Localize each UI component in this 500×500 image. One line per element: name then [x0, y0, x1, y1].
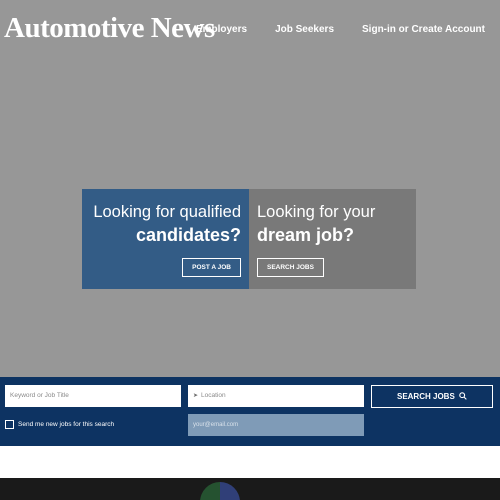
email-placeholder: your@email.com — [193, 422, 239, 428]
dimmed-chart-graphic — [200, 482, 240, 500]
employer-panel: Looking for qualified candidates? POST A… — [82, 189, 249, 289]
job-alert-label[interactable]: Send me new jobs for this search — [18, 421, 114, 428]
seeker-heading-line1: Looking for your — [257, 203, 376, 221]
search-jobs-button[interactable]: SEARCH JOBS — [371, 385, 493, 408]
content-area — [0, 446, 500, 478]
job-search-bar: Keyword or Job Title ➤ Location SEARCH JO… — [0, 377, 500, 446]
keyword-placeholder: Keyword or Job Title — [10, 392, 69, 399]
site-logo[interactable]: Automotive News — [4, 12, 215, 45]
nav-job-seekers[interactable]: Job Seekers — [275, 24, 334, 35]
nav-employers[interactable]: Employers — [196, 24, 247, 35]
hero-search-jobs-button[interactable]: SEARCH JOBS — [257, 258, 324, 277]
seeker-panel: Looking for your dream job? SEARCH JOBS — [249, 189, 416, 289]
seeker-heading-line2: dream job? — [257, 225, 355, 245]
search-jobs-label: SEARCH JOBS — [396, 392, 455, 401]
location-arrow-icon: ➤ — [193, 393, 199, 399]
employer-heading-line1: Looking for qualified — [93, 203, 241, 221]
location-input[interactable]: ➤ Location — [188, 385, 364, 407]
email-input[interactable]: your@email.com — [188, 414, 364, 436]
keyword-input[interactable]: Keyword or Job Title — [5, 385, 181, 407]
hero-panels: Looking for qualified candidates? POST A… — [82, 189, 416, 289]
magnifier-icon — [457, 392, 467, 401]
dimmed-page-content — [0, 478, 500, 500]
location-placeholder: Location — [201, 392, 226, 399]
job-alert-checkbox[interactable] — [5, 420, 14, 429]
post-job-button[interactable]: POST A JOB — [182, 258, 241, 277]
main-nav: Employers Job Seekers Sign-in or Create … — [196, 24, 485, 35]
nav-sign-in[interactable]: Sign-in or Create Account — [362, 24, 485, 35]
site-header: Automotive News Employers Job Seekers Si… — [0, 0, 500, 60]
employer-heading-line2: candidates? — [135, 225, 241, 245]
